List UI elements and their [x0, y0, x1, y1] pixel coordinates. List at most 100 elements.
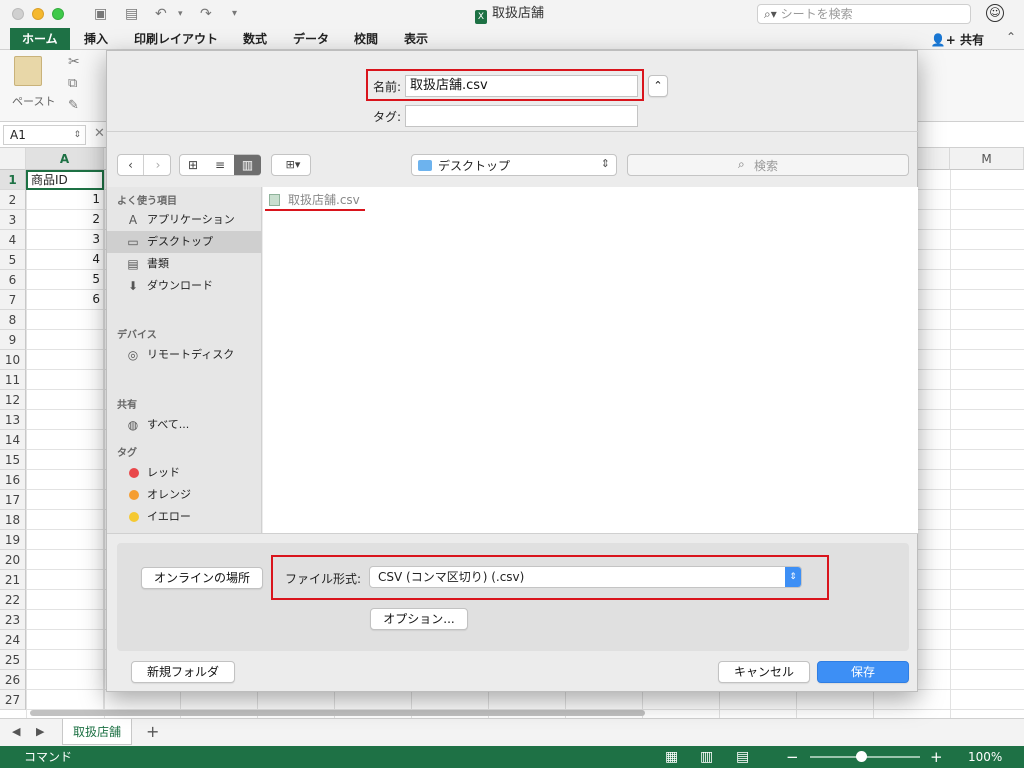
normal-view-icon[interactable]: ▦ [665, 746, 678, 768]
row-header[interactable]: 3 [0, 210, 26, 230]
zoom-window-button[interactable] [52, 8, 64, 20]
row-header[interactable]: 5 [0, 250, 26, 270]
row-header[interactable]: 11 [0, 370, 26, 390]
close-window-button[interactable] [12, 8, 24, 20]
file-browser[interactable]: 取扱店舗.csv [263, 187, 918, 533]
paste-icon[interactable] [14, 56, 42, 86]
redo-icon[interactable]: ↷ [200, 6, 212, 22]
save-icon[interactable]: ▤ [125, 6, 138, 22]
select-all-corner[interactable] [0, 148, 26, 170]
sidebar-item-applications[interactable]: A アプリケーション [107, 209, 262, 231]
collapse-ribbon-icon[interactable]: ⌃ [1006, 30, 1016, 44]
horizontal-scrollbar[interactable] [30, 710, 645, 716]
tab-view[interactable]: 表示 [404, 31, 428, 47]
cell-a[interactable] [26, 510, 104, 530]
sidebar-item-all-shared[interactable]: ◍ すべて... [107, 414, 262, 436]
undo-icon[interactable]: ↶ [155, 6, 167, 22]
tag-input[interactable] [405, 105, 638, 127]
row-header[interactable]: 23 [0, 610, 26, 630]
row-header[interactable]: 22 [0, 590, 26, 610]
cell-a[interactable] [26, 610, 104, 630]
name-box-stepper-icon[interactable]: ⇕ [73, 126, 81, 144]
forward-icon[interactable]: › [145, 155, 171, 175]
cell-a[interactable] [26, 530, 104, 550]
sidebar-item-desktop[interactable]: ▭ デスクトップ [107, 231, 262, 253]
cell-a[interactable]: 6 [26, 290, 104, 310]
formula-cancel-icon[interactable]: ✕ [94, 126, 105, 141]
cell-a[interactable] [26, 670, 104, 690]
row-header[interactable]: 4 [0, 230, 26, 250]
file-item[interactable]: 取扱店舗.csv [269, 191, 360, 209]
cell-a[interactable] [26, 350, 104, 370]
column-header-m[interactable]: M [950, 148, 1024, 170]
row-header[interactable]: 25 [0, 650, 26, 670]
dialog-search-input[interactable]: ⌕ 検索 [627, 154, 909, 176]
add-sheet-icon[interactable]: + [146, 722, 159, 741]
cell-a[interactable] [26, 570, 104, 590]
page-break-view-icon[interactable]: ▤ [736, 746, 749, 768]
sidebar-tag-red[interactable]: レッド [107, 462, 262, 484]
customize-toolbar-icon[interactable]: ▾ [232, 6, 237, 22]
share-button[interactable]: 👤+ 共有 [931, 31, 984, 48]
row-header[interactable]: 1 [0, 170, 26, 190]
next-sheet-icon[interactable]: ▶ [36, 725, 44, 738]
row-header[interactable]: 15 [0, 450, 26, 470]
back-icon[interactable]: ‹ [118, 155, 144, 175]
online-locations-button[interactable]: オンラインの場所 [141, 567, 263, 589]
prev-sheet-icon[interactable]: ◀ [12, 725, 20, 738]
row-header[interactable]: 18 [0, 510, 26, 530]
sidebar-tag-yellow[interactable]: イエロー [107, 506, 262, 528]
cancel-button[interactable]: キャンセル [718, 661, 810, 683]
cell-a[interactable] [26, 450, 104, 470]
row-header[interactable]: 13 [0, 410, 26, 430]
cell-a[interactable]: 1 [26, 190, 104, 210]
icon-view-icon[interactable]: ⊞ [180, 155, 206, 175]
sheet-search-input[interactable]: ⌕▾ シートを検索 [757, 4, 971, 24]
sidebar-tag-orange[interactable]: オレンジ [107, 484, 262, 506]
cell-a[interactable] [26, 310, 104, 330]
column-header-a[interactable]: A [26, 148, 104, 170]
row-header[interactable]: 2 [0, 190, 26, 210]
row-header[interactable]: 24 [0, 630, 26, 650]
undo-dropdown-icon[interactable]: ▾ [178, 6, 183, 22]
location-popup[interactable]: デスクトップ ⇕ [411, 154, 617, 176]
row-header[interactable]: 26 [0, 670, 26, 690]
cell-a[interactable] [26, 590, 104, 610]
list-view-icon[interactable]: ≡ [207, 155, 233, 175]
cell-a[interactable]: 商品ID [26, 170, 104, 190]
row-header[interactable]: 21 [0, 570, 26, 590]
page-layout-view-icon[interactable]: ▥ [700, 746, 713, 768]
tab-formulas[interactable]: 数式 [243, 31, 267, 47]
row-header[interactable]: 6 [0, 270, 26, 290]
cell-a[interactable] [26, 370, 104, 390]
cell-a[interactable] [26, 490, 104, 510]
tab-page-layout[interactable]: 印刷レイアウト [134, 31, 218, 47]
cell-a[interactable] [26, 650, 104, 670]
sidebar-toggle-icon[interactable]: ▣ [94, 6, 107, 22]
column-view-icon[interactable]: ▥ [234, 155, 261, 175]
copy-icon[interactable]: ⧉ [68, 76, 77, 91]
cell-a[interactable] [26, 410, 104, 430]
filename-input[interactable]: 取扱店舗.csv [405, 75, 638, 97]
minimize-window-button[interactable] [32, 8, 44, 20]
zoom-in-icon[interactable]: + [930, 746, 943, 768]
row-header[interactable]: 20 [0, 550, 26, 570]
sidebar-item-downloads[interactable]: ⬇ ダウンロード [107, 275, 262, 297]
cell-a[interactable] [26, 470, 104, 490]
cut-icon[interactable]: ✂ [68, 54, 80, 70]
row-header[interactable]: 27 [0, 690, 26, 710]
row-header[interactable]: 12 [0, 390, 26, 410]
tab-data[interactable]: データ [293, 31, 329, 47]
row-header[interactable]: 7 [0, 290, 26, 310]
name-box[interactable]: A1 ⇕ [3, 125, 86, 145]
options-button[interactable]: オプション... [370, 608, 468, 630]
zoom-out-icon[interactable]: − [786, 746, 799, 768]
new-folder-button[interactable]: 新規フォルダ [131, 661, 235, 683]
save-button[interactable]: 保存 [817, 661, 909, 683]
zoom-slider-thumb[interactable] [856, 751, 867, 762]
cell-a[interactable] [26, 430, 104, 450]
sidebar-item-remote-disc[interactable]: ◎ リモートディスク [107, 344, 262, 366]
file-format-select[interactable]: CSV (コンマ区切り) (.csv) ⇕ [369, 566, 802, 588]
tab-home[interactable]: ホーム [10, 28, 70, 50]
tab-insert[interactable]: 挿入 [84, 31, 108, 47]
